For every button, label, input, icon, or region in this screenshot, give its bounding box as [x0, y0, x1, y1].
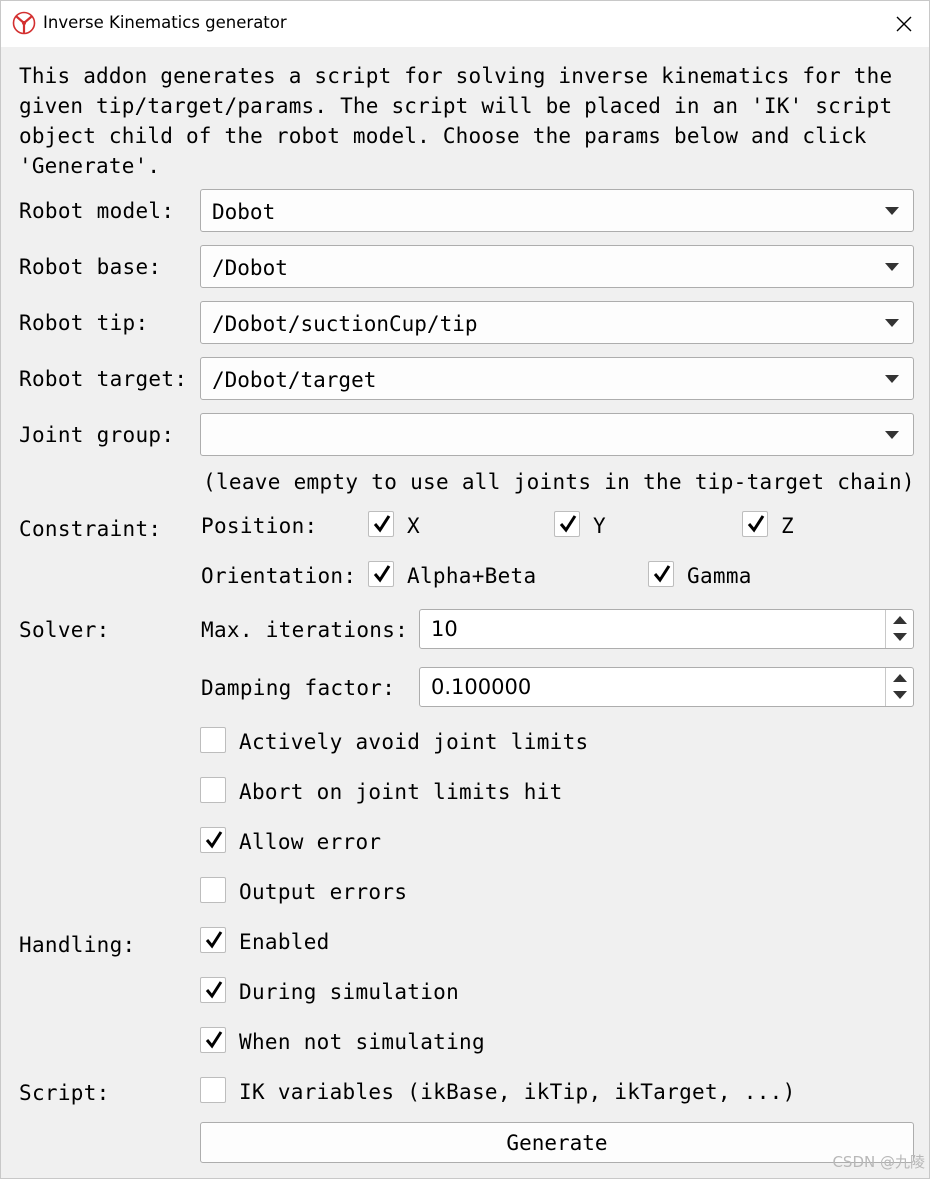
increment-button[interactable]	[886, 610, 914, 629]
checkmark-icon	[205, 831, 223, 849]
allow-error-checkbox[interactable]	[200, 827, 226, 853]
joint-group-combo[interactable]	[200, 413, 914, 456]
dropdown-arrow-icon	[885, 319, 899, 327]
position-y-label: Y	[593, 514, 606, 538]
robot-target-value: /Dobot/target	[212, 368, 377, 392]
window-title: Inverse Kinematics generator	[43, 13, 287, 32]
orientation-label: Orientation:	[201, 564, 357, 588]
abort-joint-limits-checkbox[interactable]	[200, 777, 226, 803]
robot-target-combo[interactable]: /Dobot/target	[200, 357, 914, 400]
robot-target-label: Robot target:	[19, 367, 188, 391]
position-x-checkbox[interactable]	[368, 511, 394, 537]
intro-text: This addon generates a script for solvin…	[19, 64, 893, 178]
position-y-checkbox[interactable]	[554, 511, 580, 537]
spinbox-buttons	[885, 668, 913, 706]
checkmark-icon	[373, 515, 391, 533]
checkmark-icon	[559, 515, 577, 533]
robot-base-value: /Dobot	[212, 256, 288, 280]
joint-group-label: Joint group:	[19, 423, 175, 447]
arrow-up-icon	[893, 674, 907, 682]
abort-joint-limits-label: Abort on joint limits hit	[239, 780, 563, 804]
dropdown-arrow-icon	[885, 431, 899, 439]
dropdown-arrow-icon	[885, 375, 899, 383]
allow-error-label: Allow error	[239, 830, 382, 854]
robot-model-label: Robot model:	[19, 199, 175, 223]
checkmark-icon	[205, 931, 223, 949]
handling-label: Handling:	[19, 933, 136, 957]
solver-label: Solver:	[19, 618, 110, 642]
watermark: CSDN @九陵	[832, 1153, 925, 1171]
ik-variables-checkbox[interactable]	[200, 1077, 226, 1103]
max-iterations-label: Max. iterations:	[201, 618, 409, 642]
checkmark-icon	[205, 1031, 223, 1049]
during-simulation-checkbox[interactable]	[200, 977, 226, 1003]
avoid-joint-limits-checkbox[interactable]	[200, 727, 226, 753]
position-z-label: Z	[781, 514, 794, 538]
robot-model-combo[interactable]: Dobot	[200, 189, 914, 232]
ik-variables-label: IK variables (ikBase, ikTip, ikTarget, .…	[239, 1080, 796, 1104]
gamma-label: Gamma	[687, 564, 752, 588]
enabled-checkbox[interactable]	[200, 927, 226, 953]
arrow-down-icon	[893, 633, 907, 641]
robot-tip-value: /Dobot/suctionCup/tip	[212, 312, 478, 336]
robot-tip-combo[interactable]: /Dobot/suctionCup/tip	[200, 301, 914, 344]
decrement-button[interactable]	[886, 629, 914, 648]
dropdown-arrow-icon	[885, 263, 899, 271]
max-iterations-input[interactable]	[420, 610, 885, 648]
gamma-checkbox[interactable]	[648, 561, 674, 587]
decrement-button[interactable]	[886, 687, 914, 706]
when-not-simulating-label: When not simulating	[239, 1030, 485, 1054]
robot-base-combo[interactable]: /Dobot	[200, 245, 914, 288]
close-button[interactable]	[879, 1, 929, 47]
script-label: Script:	[19, 1081, 110, 1105]
output-errors-label: Output errors	[239, 880, 408, 904]
enabled-label: Enabled	[239, 930, 330, 954]
damping-spinbox	[419, 667, 914, 707]
dropdown-arrow-icon	[885, 207, 899, 215]
damping-label: Damping factor:	[201, 676, 396, 700]
constraint-label: Constraint:	[19, 517, 162, 541]
damping-input[interactable]	[420, 668, 885, 706]
avoid-joint-limits-label: Actively avoid joint limits	[239, 730, 589, 754]
generate-button[interactable]: Generate	[200, 1122, 914, 1163]
alpha-beta-checkbox[interactable]	[368, 561, 394, 587]
title-bar: Inverse Kinematics generator	[1, 1, 929, 47]
spinbox-buttons	[885, 610, 913, 648]
coppeliasim-logo-icon	[12, 11, 36, 35]
during-simulation-label: During simulation	[239, 980, 460, 1004]
alpha-beta-label: Alpha+Beta	[407, 564, 537, 588]
close-icon	[896, 16, 912, 32]
checkmark-icon	[205, 981, 223, 999]
arrow-up-icon	[893, 616, 907, 624]
max-iterations-spinbox	[419, 609, 914, 649]
robot-model-value: Dobot	[212, 200, 276, 224]
output-errors-checkbox[interactable]	[200, 877, 226, 903]
increment-button[interactable]	[886, 668, 914, 687]
robot-base-label: Robot base:	[19, 255, 162, 279]
position-z-checkbox[interactable]	[742, 511, 768, 537]
checkmark-icon	[747, 515, 765, 533]
when-not-simulating-checkbox[interactable]	[200, 1027, 226, 1053]
position-label: Position:	[201, 514, 318, 538]
ik-generator-window: Inverse Kinematics generator This addon …	[0, 0, 930, 1179]
joint-group-hint: (leave empty to use all joints in the ti…	[203, 470, 915, 494]
arrow-down-icon	[893, 691, 907, 699]
robot-tip-label: Robot tip:	[19, 311, 149, 335]
checkmark-icon	[373, 565, 391, 583]
checkmark-icon	[653, 565, 671, 583]
position-x-label: X	[407, 514, 420, 538]
